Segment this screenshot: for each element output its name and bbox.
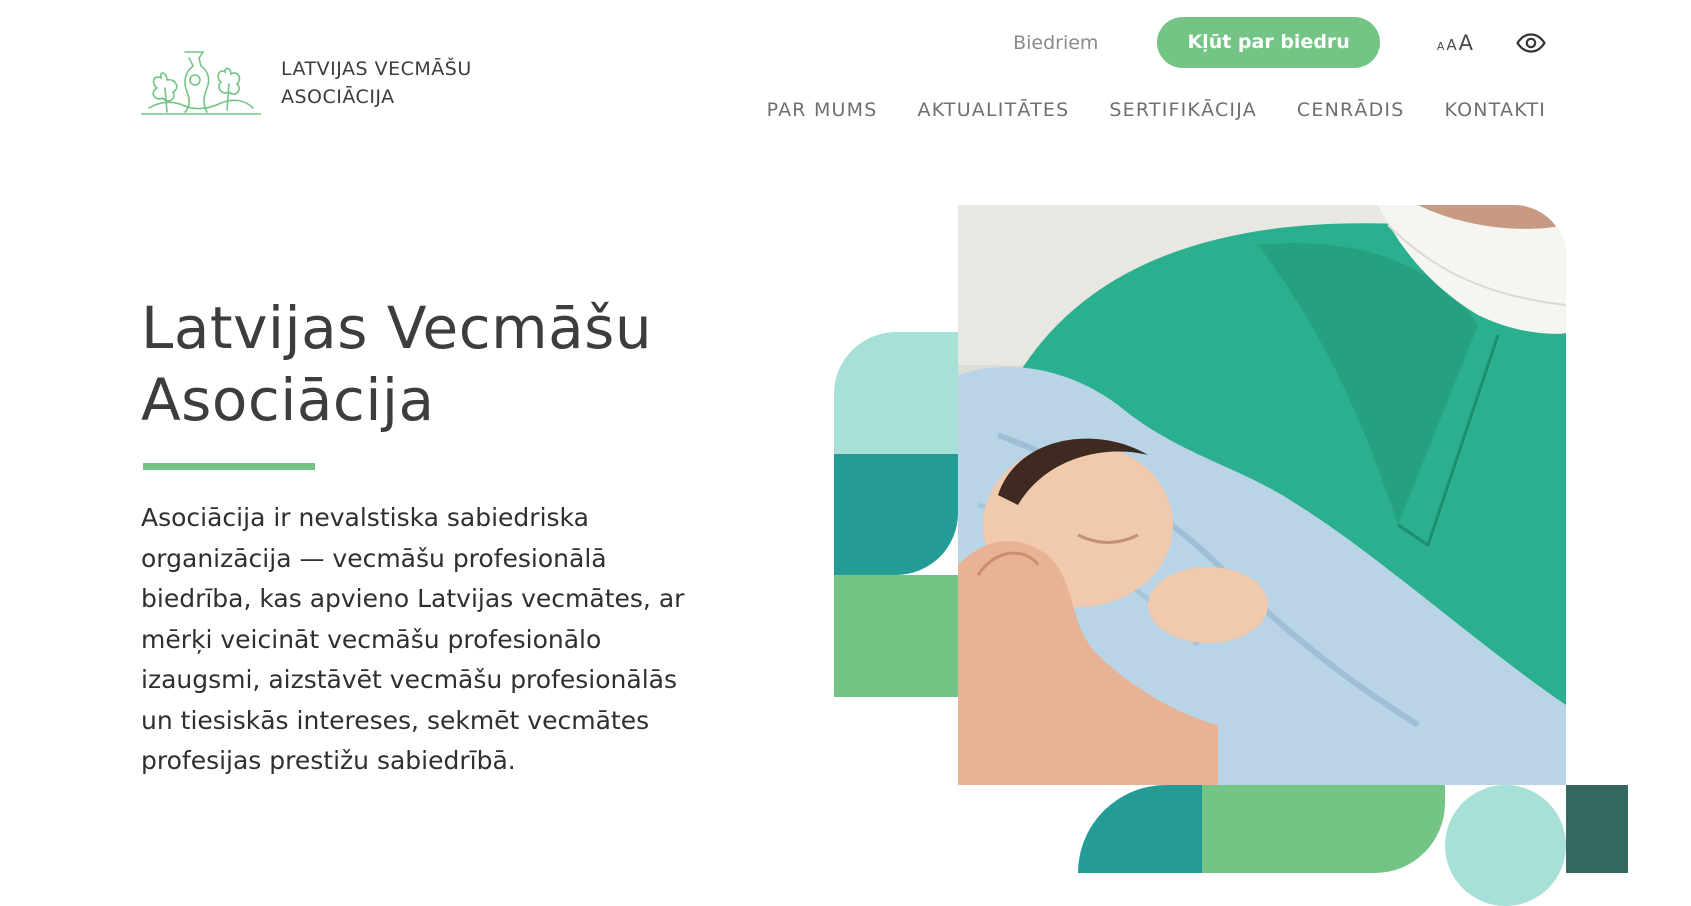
nav-item-cenradis[interactable]: CENRĀDIS <box>1297 99 1405 121</box>
midwife-holding-newborn-image <box>958 205 1566 785</box>
logo-line-2: ASOCIĀCIJA <box>281 86 395 108</box>
join-button[interactable]: Kļūt par biedru <box>1157 17 1380 68</box>
font-size-small-button[interactable]: A <box>1437 40 1445 53</box>
decor-shape-teal-bottom <box>1078 785 1202 873</box>
main-navigation: PAR MUMS AKTUALITĀTES SERTIFIKĀCIJA CENR… <box>767 99 1546 121</box>
nav-item-par-mums[interactable]: PAR MUMS <box>767 99 878 121</box>
eye-icon <box>1516 32 1546 53</box>
header-utility-bar: Biedriem Kļūt par biedru A A A <box>1013 17 1546 68</box>
logo-line-1: LATVIJAS VECMĀŠU <box>281 58 472 80</box>
font-size-medium-button[interactable]: A <box>1446 36 1456 54</box>
nav-item-kontakti[interactable]: KONTAKTI <box>1444 99 1546 121</box>
decor-shape-mint-circle <box>1445 785 1566 906</box>
hero-title: Latvijas Vecmāšu Asociācija <box>141 292 652 436</box>
decor-shape-dark-teal <box>1566 785 1628 873</box>
members-link[interactable]: Biedriem <box>1013 32 1098 54</box>
hero-title-line-2: Asociācija <box>141 366 435 434</box>
midwife-logo-icon <box>141 51 261 115</box>
font-size-switcher: A A A <box>1436 31 1474 55</box>
accessibility-toggle[interactable] <box>1516 32 1546 53</box>
decor-shape-green <box>834 575 958 697</box>
font-size-large-button[interactable]: A <box>1459 31 1473 55</box>
site-logo[interactable]: LATVIJAS VECMĀŠU ASOCIĀCIJA <box>141 48 472 118</box>
decor-shape-green-bottom <box>1202 785 1445 873</box>
hero-photo <box>958 205 1566 785</box>
hero-description: Asociācija ir nevalstiska sabiedriska or… <box>141 503 685 775</box>
decor-shape-mint <box>834 332 958 454</box>
hero-title-line-1: Latvijas Vecmāšu <box>141 294 653 362</box>
nav-item-sertifikacija[interactable]: SERTIFIKĀCIJA <box>1109 99 1257 121</box>
decor-shape-teal <box>834 454 958 575</box>
hero-divider <box>143 463 315 470</box>
logo-text: LATVIJAS VECMĀŠU ASOCIĀCIJA <box>281 55 472 111</box>
nav-item-aktualitates[interactable]: AKTUALITĀTES <box>918 99 1070 121</box>
